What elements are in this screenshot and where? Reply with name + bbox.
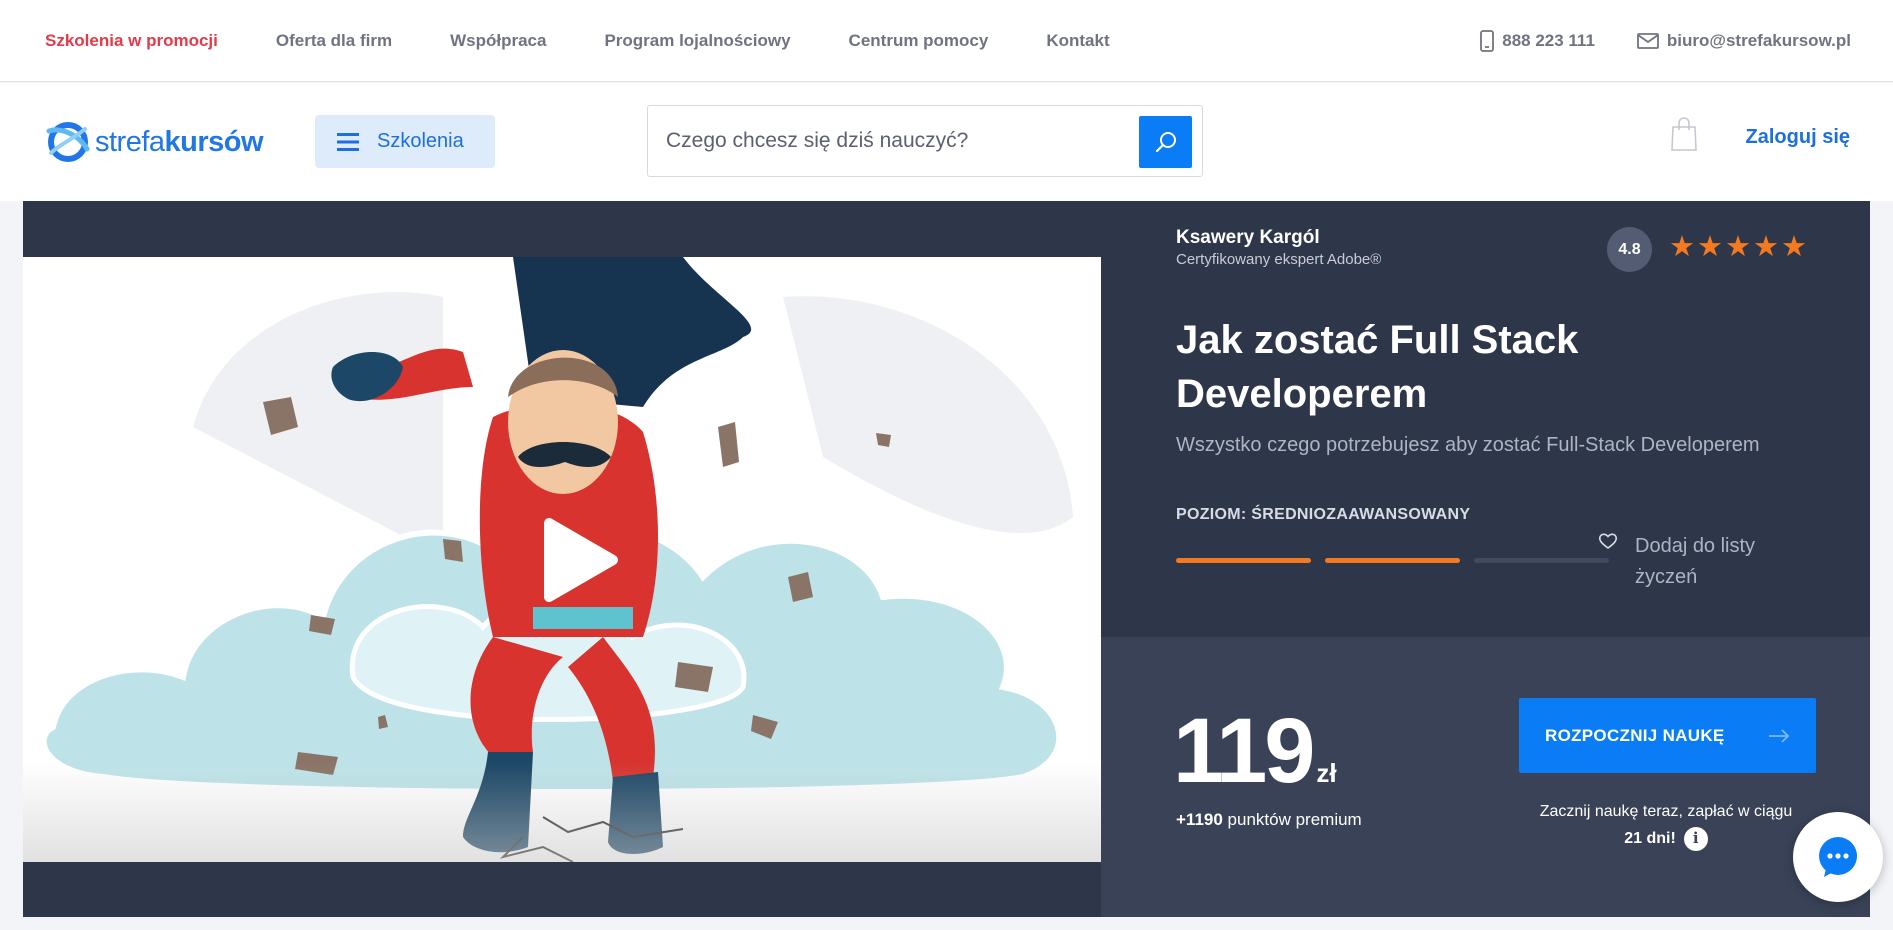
level-bar <box>1474 558 1609 563</box>
rating-stars: ★ ★ ★ ★ ★ <box>1669 233 1809 262</box>
search-icon <box>1155 132 1176 153</box>
contact-info: 888 223 111 biuro@strefakursow.pl <box>1438 0 1851 82</box>
topnav-link-help-center[interactable]: Centrum pomocy <box>849 31 989 51</box>
logo-text-light: strefa <box>95 125 165 158</box>
phone-number: 888 223 111 <box>1502 31 1595 50</box>
price-value: 119 <box>1173 700 1315 802</box>
wishlist-button[interactable]: Dodaj do listy życzeń <box>1599 531 1785 593</box>
price-currency: zł <box>1316 758 1337 788</box>
level-indicator <box>1176 558 1623 563</box>
cart-button[interactable] <box>1670 117 1698 156</box>
topnav-link-loyalty-program[interactable]: Program lojalnościowy <box>604 31 790 51</box>
search-button[interactable] <box>1139 116 1192 168</box>
phone-link[interactable]: 888 223 111 <box>1480 30 1595 52</box>
star-icon: ★ <box>1781 231 1807 263</box>
play-icon[interactable] <box>531 515 621 605</box>
login-link[interactable]: Zaloguj się <box>1746 126 1850 149</box>
info-icon[interactable]: i <box>1683 826 1708 851</box>
premium-points: +1190 punktów premium <box>1176 810 1362 830</box>
hamburger-icon <box>337 132 359 151</box>
topnav-link-business-offer[interactable]: Oferta dla firm <box>276 31 392 51</box>
topnav-link-promotions[interactable]: Szkolenia w promocji <box>45 31 218 51</box>
star-icon: ★ <box>1725 231 1751 263</box>
purchase-panel: 119 zł +1190 punktów premium ROZPOCZNIJ … <box>1101 637 1870 917</box>
pay-later-days: 21 dni! <box>1624 830 1676 847</box>
logo-text: strefakursów <box>95 125 264 159</box>
courses-menu-label: Szkolenia <box>377 130 464 152</box>
course-hero: Ksawery Kargól Certyfikowany ekspert Ado… <box>23 201 1870 917</box>
course-video-preview[interactable] <box>23 257 1101 862</box>
start-learning-label: ROZPOCZNIJ NAUKĘ <box>1545 725 1725 745</box>
level-bar <box>1176 558 1311 563</box>
star-icon: ★ <box>1697 231 1723 263</box>
pay-later-text: Zacznij naukę teraz, zapłać w ciągu <box>1539 803 1793 820</box>
top-nav: Szkolenia w promocji Oferta dla firm Wsp… <box>45 0 1168 82</box>
course-subtitle: Wszystko czego potrzebujesz aby zostać F… <box>1176 434 1760 456</box>
search-box <box>647 105 1203 177</box>
pay-later-info: Zacznij naukę teraz, zapłać w ciągu 21 d… <box>1501 798 1831 852</box>
logo-text-bold: kursów <box>164 125 264 158</box>
rating-badge: 4.8 <box>1607 227 1652 272</box>
course-info: Ksawery Kargól Certyfikowany ekspert Ado… <box>1101 201 1870 637</box>
chat-widget-button[interactable] <box>1793 812 1883 902</box>
logo-icon <box>46 122 90 162</box>
premium-points-label: punktów premium <box>1227 810 1362 829</box>
wishlist-label: Dodaj do listy życzeń <box>1635 535 1756 588</box>
chat-icon <box>1819 837 1857 877</box>
mail-icon <box>1637 33 1659 49</box>
logo[interactable]: strefakursów <box>45 119 264 165</box>
arrow-right-icon <box>1769 728 1790 743</box>
courses-menu-button[interactable]: Szkolenia <box>315 115 495 168</box>
level-label: POZIOM: ŚREDNIOZAAWANSOWANY <box>1176 506 1471 523</box>
top-bar: Szkolenia w promocji Oferta dla firm Wsp… <box>0 0 1893 82</box>
email-address: biuro@strefakursow.pl <box>1666 31 1851 50</box>
video-shade <box>23 762 1101 862</box>
heart-icon <box>1599 533 1617 549</box>
author-name[interactable]: Ksawery Kargól <box>1176 227 1320 249</box>
premium-points-value: +1190 <box>1176 810 1223 829</box>
email-link[interactable]: biuro@strefakursow.pl <box>1637 31 1851 51</box>
level-bar <box>1325 558 1460 563</box>
price: 119 zł <box>1173 699 1337 804</box>
author-role: Certyfikowany ekspert Adobe® <box>1176 251 1382 268</box>
topnav-link-contact[interactable]: Kontakt <box>1046 31 1109 51</box>
search-input[interactable] <box>666 106 1066 176</box>
start-learning-button[interactable]: ROZPOCZNIJ NAUKĘ <box>1519 698 1816 773</box>
star-icon: ★ <box>1753 231 1779 263</box>
phone-icon <box>1480 30 1495 52</box>
star-icon: ★ <box>1669 231 1695 263</box>
cart-icon <box>1671 117 1697 151</box>
topnav-link-cooperation[interactable]: Współpraca <box>450 31 546 51</box>
main-header: strefakursów Szkolenia Zaloguj się <box>0 83 1893 201</box>
course-title: Jak zostać Full Stack Developerem <box>1176 318 1579 416</box>
